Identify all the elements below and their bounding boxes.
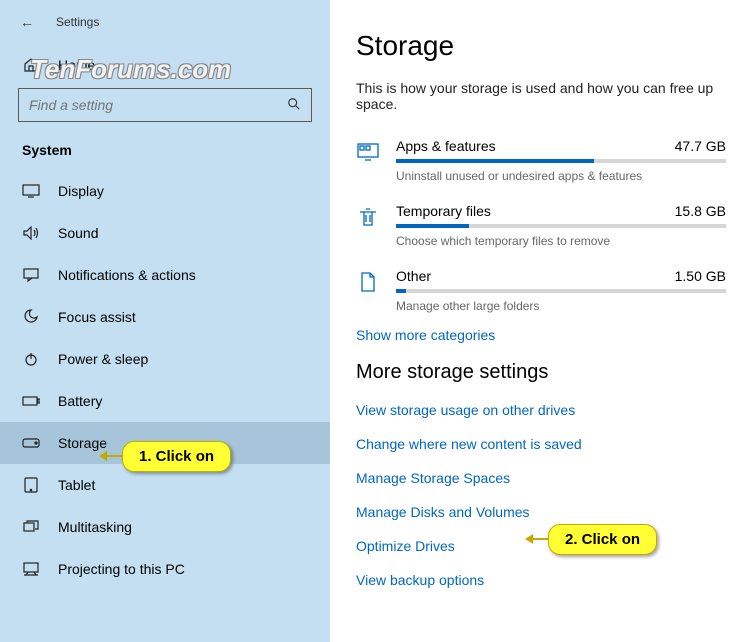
home-icon (22, 56, 40, 74)
storage-desc: Choose which temporary files to remove (396, 234, 726, 248)
search-icon (287, 97, 301, 114)
battery-icon (22, 392, 40, 410)
search-box[interactable] (18, 88, 312, 122)
storage-row-temp[interactable]: Temporary files 15.8 GB Choose which temp… (356, 197, 726, 262)
storage-icon (22, 434, 40, 452)
power-icon (22, 350, 40, 368)
sidebar-item-battery[interactable]: Battery (0, 380, 330, 422)
temporary-files-icon (356, 205, 380, 229)
tablet-icon (22, 476, 40, 494)
sidebar-item-multitasking[interactable]: Multitasking (0, 506, 330, 548)
storage-name: Apps & features (396, 138, 496, 154)
back-button[interactable]: ← (20, 14, 34, 30)
page-subtitle: This is how your storage is used and how… (356, 80, 726, 112)
sidebar: ← Settings Home System Display Sound (0, 0, 330, 642)
sidebar-item-sound[interactable]: Sound (0, 212, 330, 254)
storage-size: 47.7 GB (675, 138, 726, 154)
sidebar-item-label: Focus assist (58, 309, 136, 325)
sidebar-item-power-sleep[interactable]: Power & sleep (0, 338, 330, 380)
storage-row-other[interactable]: Other 1.50 GB Manage other large folders (356, 262, 726, 327)
other-icon (356, 270, 380, 294)
sidebar-item-display[interactable]: Display (0, 170, 330, 212)
storage-bar (396, 224, 726, 228)
link-change-new-content[interactable]: Change where new content is saved (356, 436, 726, 452)
focus-assist-icon (22, 308, 40, 326)
sidebar-item-label: Notifications & actions (58, 267, 196, 283)
callout-arrow-1 (102, 455, 122, 457)
sidebar-item-notifications[interactable]: Notifications & actions (0, 254, 330, 296)
link-manage-storage-spaces[interactable]: Manage Storage Spaces (356, 470, 726, 486)
link-view-storage-other-drives[interactable]: View storage usage on other drives (356, 402, 726, 418)
storage-size: 1.50 GB (675, 268, 726, 284)
sidebar-item-label: Projecting to this PC (58, 561, 185, 577)
sidebar-item-projecting[interactable]: Projecting to this PC (0, 548, 330, 590)
home-label: Home (58, 57, 95, 73)
link-view-backup-options[interactable]: View backup options (356, 572, 726, 588)
main-pane: Storage This is how your storage is used… (330, 0, 750, 642)
titlebar: ← Settings (0, 10, 330, 46)
callout-2: 2. Click on (548, 524, 657, 555)
notifications-icon (22, 266, 40, 284)
storage-size: 15.8 GB (675, 203, 726, 219)
link-manage-disks-volumes[interactable]: Manage Disks and Volumes (356, 504, 726, 520)
callout-arrow-2 (528, 538, 548, 540)
display-icon (22, 182, 40, 200)
storage-name: Temporary files (396, 203, 491, 219)
sidebar-item-label: Storage (58, 435, 107, 451)
sidebar-home[interactable]: Home (0, 46, 330, 84)
storage-desc: Manage other large folders (396, 299, 726, 313)
storage-bar (396, 289, 726, 293)
storage-name: Other (396, 268, 431, 284)
sidebar-item-label: Power & sleep (58, 351, 148, 367)
multitasking-icon (22, 518, 40, 536)
sidebar-item-label: Multitasking (58, 519, 132, 535)
link-optimize-drives[interactable]: Optimize Drives (356, 538, 726, 554)
search-input[interactable] (29, 97, 287, 113)
search-wrap (0, 84, 330, 136)
page-title: Storage (356, 30, 726, 62)
storage-desc: Uninstall unused or undesired apps & fea… (396, 169, 726, 183)
window-title: Settings (56, 15, 99, 29)
sidebar-category: System (0, 136, 330, 170)
apps-features-icon (356, 140, 380, 164)
projecting-icon (22, 560, 40, 578)
sidebar-item-label: Tablet (58, 477, 95, 493)
sidebar-item-focus-assist[interactable]: Focus assist (0, 296, 330, 338)
sidebar-item-label: Sound (58, 225, 98, 241)
callout-1: 1. Click on (122, 441, 231, 472)
storage-row-apps[interactable]: Apps & features 47.7 GB Uninstall unused … (356, 132, 726, 197)
show-more-categories-link[interactable]: Show more categories (356, 327, 726, 343)
more-storage-settings-title: More storage settings (356, 361, 726, 384)
sidebar-item-label: Display (58, 183, 104, 199)
sidebar-item-label: Battery (58, 393, 102, 409)
sound-icon (22, 224, 40, 242)
storage-bar (396, 159, 726, 163)
